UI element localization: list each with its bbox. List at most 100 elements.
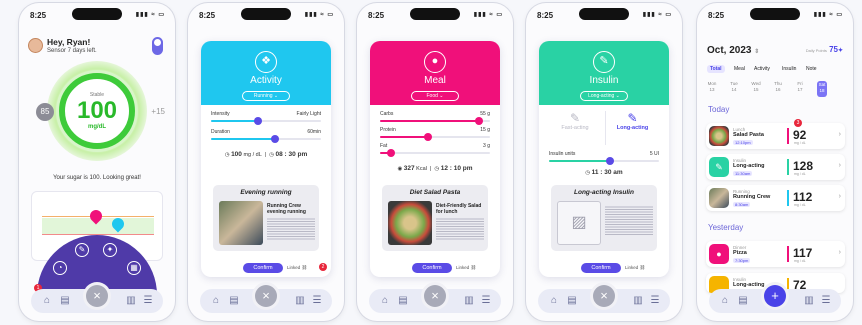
- day-item[interactable]: Fri 17: [795, 81, 805, 93]
- settings-icon[interactable]: ☰: [142, 296, 154, 306]
- confirm-button[interactable]: Confirm: [412, 263, 452, 273]
- slider-knob[interactable]: [254, 117, 263, 125]
- meal-card: ● Meal Food ⌄ Carbs 55 g Protein 15 g Fa…: [370, 41, 500, 277]
- linked-label[interactable]: Linked ⛓: [456, 265, 476, 271]
- status-bar: 8:25 ▮▮▮ ≈ ▭: [697, 3, 853, 25]
- activity-icon[interactable]: ✦: [103, 243, 117, 257]
- filter-tab-insulin[interactable]: Insulin: [779, 65, 799, 73]
- intensity-slider[interactable]: Intensity Fairly Light: [211, 111, 321, 125]
- glucose-ring[interactable]: Stable 100 mg/dL: [59, 73, 135, 149]
- attached-post[interactable]: Evening running Running Crew evening run…: [213, 185, 319, 251]
- confirm-button[interactable]: Confirm: [243, 263, 283, 273]
- log-icon[interactable]: ▤: [566, 296, 578, 306]
- settings-icon[interactable]: ☰: [649, 296, 661, 306]
- avatar[interactable]: [28, 38, 43, 53]
- day-item[interactable]: Tue 14: [729, 81, 739, 93]
- slider-name: Insulin units: [549, 151, 576, 157]
- protein-slider[interactable]: Protein 15 g: [380, 127, 490, 141]
- day-item-selected[interactable]: Sat 18: [817, 81, 827, 97]
- day-number: 17: [797, 87, 803, 92]
- long-acting-option[interactable]: ✎ Long-acting: [605, 111, 659, 145]
- stats-icon[interactable]: ▥: [125, 296, 137, 306]
- log-entry[interactable]: ● Dinner Pizza 7:30pm 117 mg / dL ›: [706, 241, 845, 267]
- add-button[interactable]: +: [764, 285, 786, 307]
- insulin-units-slider[interactable]: Insulin units 5 UI: [549, 151, 659, 165]
- time-value[interactable]: 12 : 10 pm: [441, 165, 473, 172]
- fast-acting-option[interactable]: ✎ Fast-acting: [549, 111, 601, 145]
- greeting: Hey, Ryan!: [47, 37, 91, 47]
- filter-tab-total[interactable]: Total: [707, 65, 725, 73]
- filter-tabs: Total Meal Activity Insulin Note: [707, 65, 845, 75]
- home-icon[interactable]: ⌂: [719, 296, 731, 306]
- day-item[interactable]: Thu 16: [773, 81, 783, 93]
- status-bar: 8:25 ▮▮▮ ≈ ▭: [357, 3, 513, 25]
- meal-icon[interactable]: ◔: [53, 261, 67, 275]
- stats-icon[interactable]: ▥: [803, 296, 815, 306]
- insulin-card: ✎ Insulin Long-acting ⌄ ✎ Fast-acting ✎ …: [539, 41, 669, 277]
- home-icon[interactable]: ⌂: [210, 296, 222, 306]
- settings-icon[interactable]: ☰: [311, 296, 323, 306]
- type-dropdown[interactable]: Long-acting ⌄: [580, 91, 628, 101]
- entry-badge: 3: [794, 119, 802, 127]
- theme-toggle[interactable]: [152, 37, 163, 55]
- card-title: Meal: [424, 75, 446, 86]
- time-value[interactable]: 11 : 30 am: [592, 169, 623, 176]
- linked-label[interactable]: Linked ⛓: [287, 265, 307, 271]
- type-dropdown[interactable]: Running ⌄: [242, 91, 290, 101]
- time-value[interactable]: 08 : 30 pm: [275, 151, 307, 158]
- attached-post[interactable]: Diet Salad Pasta Diet-Friendly Salad for…: [382, 185, 488, 251]
- daily-points: Daily Points 75✦: [806, 45, 843, 54]
- settings-icon[interactable]: ☰: [820, 296, 832, 306]
- filter-tab-note[interactable]: Note: [803, 65, 820, 73]
- fat-slider[interactable]: Fat 3 g: [380, 143, 490, 157]
- home-icon[interactable]: ⌂: [379, 296, 391, 306]
- attached-note[interactable]: Long-acting Insulin ▨: [551, 185, 657, 251]
- day-item[interactable]: Wed 15: [751, 81, 761, 93]
- log-icon[interactable]: ▤: [397, 296, 409, 306]
- log-icon[interactable]: ▤: [737, 296, 749, 306]
- type-dropdown-label: Long-acting: [588, 93, 615, 99]
- stats-icon[interactable]: ▥: [294, 296, 306, 306]
- slider-knob[interactable]: [387, 149, 395, 157]
- calendar-icon[interactable]: ▦: [127, 261, 141, 275]
- log-icon[interactable]: ▤: [228, 296, 240, 306]
- glucose-value: 100: [76, 97, 118, 124]
- home-icon[interactable]: ⌂: [41, 296, 53, 306]
- stats-icon[interactable]: ▥: [463, 296, 475, 306]
- log-entry[interactable]: Lunch Salad Pasta 12:10pm 92 mg / dL › 3: [706, 119, 845, 149]
- section-yesterday: Yesterday: [708, 223, 744, 232]
- slider-knob[interactable]: [605, 157, 614, 165]
- close-button[interactable]: ×: [255, 285, 277, 307]
- post-title: Diet Salad Pasta: [409, 189, 461, 196]
- day-item[interactable]: Mon 13: [707, 81, 717, 93]
- slider-knob[interactable]: [475, 117, 483, 125]
- month-selector[interactable]: Oct, 2023 ⇕: [707, 45, 759, 56]
- slider-knob[interactable]: [424, 133, 433, 141]
- linked-text: Linked: [287, 265, 301, 270]
- insulin-icon[interactable]: ✎: [75, 243, 89, 257]
- filter-tab-activity[interactable]: Activity: [751, 65, 773, 73]
- log-entry[interactable]: Running Running Crew 8:30am 112 mg / dL …: [706, 185, 845, 211]
- filter-tab-meal[interactable]: Meal: [731, 65, 748, 73]
- log-entry[interactable]: ✎ Insulin Long-acting 11:30am 128 mg / d…: [706, 154, 845, 180]
- settings-icon[interactable]: ☰: [480, 296, 492, 306]
- close-button[interactable]: ×: [593, 285, 615, 307]
- carbs-slider[interactable]: Carbs 55 g: [380, 111, 490, 125]
- post-title: Evening running: [240, 189, 292, 196]
- home-icon[interactable]: ⌂: [548, 296, 560, 306]
- log-icon[interactable]: ▤: [59, 296, 71, 306]
- notch: [72, 8, 122, 20]
- duration-slider[interactable]: Duration 60min: [211, 129, 321, 143]
- linked-label[interactable]: Linked ⛓: [625, 265, 645, 271]
- confirm-button[interactable]: Confirm: [581, 263, 621, 273]
- status-time: 8:25: [708, 11, 725, 20]
- post-photo: [388, 201, 432, 245]
- close-button[interactable]: ×: [86, 285, 108, 307]
- close-button[interactable]: ×: [424, 285, 446, 307]
- slider-knob[interactable]: [270, 135, 279, 143]
- slider-value: Fairly Light: [296, 111, 321, 117]
- entry-name: Running Crew: [733, 194, 771, 200]
- type-dropdown[interactable]: Food ⌄: [411, 91, 459, 101]
- stats-icon[interactable]: ▥: [632, 296, 644, 306]
- month-label: Oct, 2023: [707, 45, 752, 56]
